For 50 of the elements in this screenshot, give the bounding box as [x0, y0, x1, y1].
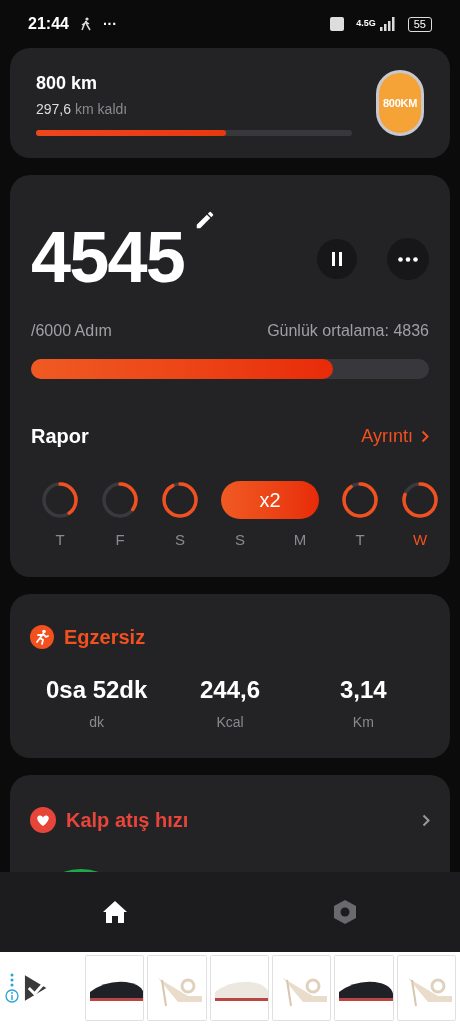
daily-average: Günlük ortalama: 4836 — [267, 321, 429, 341]
step-goal: /6000 Adım — [31, 321, 112, 341]
more-icon — [398, 256, 418, 262]
stat-value: 0sa 52dk — [45, 675, 148, 705]
ad-logo-icon — [22, 973, 50, 1003]
details-link[interactable]: Ayrıntı — [361, 422, 429, 450]
clock: 21:44 — [28, 14, 69, 34]
goal-title: 800 km — [36, 72, 99, 95]
remaining-value: 297,6 — [36, 100, 72, 119]
more-button[interactable] — [387, 238, 429, 280]
settings-icon[interactable] — [332, 899, 358, 925]
day-label: T — [55, 530, 65, 550]
network-type: 4.5G — [356, 17, 376, 31]
home-icon[interactable] — [102, 900, 128, 924]
chevron-icon[interactable] — [422, 813, 430, 827]
progress-ring — [101, 481, 139, 519]
day-label: W — [412, 530, 428, 550]
day-label: F — [115, 530, 125, 550]
pause-button[interactable] — [317, 239, 357, 279]
day-label: S — [175, 530, 185, 550]
day-label: M — [293, 530, 307, 550]
day-label: S — [235, 530, 245, 550]
more-vertical-icon[interactable] — [9, 973, 14, 987]
chevron-icon — [421, 429, 429, 443]
step-count: 4545 — [31, 221, 184, 293]
stat-unit: Kcal — [216, 713, 244, 732]
progress-ring — [401, 481, 439, 519]
edit-icon[interactable] — [194, 209, 216, 231]
progress-ring — [41, 481, 79, 519]
stat-unit: Km — [352, 713, 374, 732]
battery-indicator: 55 — [407, 16, 432, 32]
info-icon[interactable] — [4, 989, 19, 1003]
remaining-unit: km kaldı — [75, 100, 128, 119]
stat-value: 3,14 — [339, 675, 387, 705]
volte-icon — [330, 17, 345, 31]
more-notifications: ··· — [102, 14, 117, 34]
progress-ring — [161, 481, 199, 519]
stat-unit: dk — [89, 713, 105, 732]
progress-ring — [341, 481, 379, 519]
running-icon — [30, 625, 54, 649]
report-title: Rapor — [31, 424, 89, 449]
heart-rate-title: Kalp atış hızı — [66, 808, 190, 833]
exercise-title: Egzersiz — [64, 625, 146, 650]
distance-badge: 800KM — [376, 70, 424, 136]
pause-icon — [331, 252, 343, 266]
stat-value: 244,6 — [199, 675, 260, 705]
multiplier-pill: x2 — [221, 481, 319, 519]
day-label: T — [355, 530, 365, 550]
signal-icon — [379, 17, 396, 31]
walking-icon — [80, 17, 91, 31]
